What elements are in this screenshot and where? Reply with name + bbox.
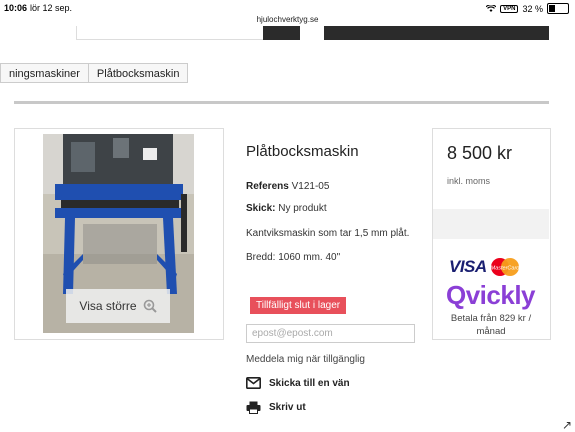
reference-value: V121-05	[291, 181, 330, 192]
reference-label: Referens	[246, 181, 289, 192]
magnifier-icon	[143, 299, 157, 313]
condition-value: Ny produkt	[278, 203, 327, 214]
product-description: Kantviksmaskin som tar 1,5 mm plåt.	[246, 228, 410, 239]
visa-logo: VISA	[449, 257, 487, 276]
status-bar: 10:06 lör 12 sep. hjulochverktyg.se VPN …	[0, 0, 575, 24]
wifi-icon	[486, 4, 497, 12]
qvickly-logo: Qvickly	[446, 280, 536, 310]
vpn-badge: VPN	[500, 4, 519, 13]
availability-badge: Tillfälligt slut i lager	[250, 297, 347, 314]
product-price: 8 500 kr	[447, 143, 513, 163]
reference-row: Referens V121-05	[246, 181, 329, 192]
print-label: Skriv ut	[269, 402, 306, 413]
mastercard-logo: MasterCard	[490, 258, 520, 276]
breadcrumb-current: Plåtbocksmaskin	[88, 63, 189, 83]
resize-arrow-icon: ↗	[562, 418, 573, 432]
print-button[interactable]: Skriv ut	[246, 401, 306, 414]
mastercard-text: MasterCard	[490, 266, 520, 272]
status-time: 10:06	[4, 3, 28, 13]
battery-percent: 32 %	[522, 3, 543, 14]
search-button[interactable]	[263, 26, 300, 40]
address-url[interactable]: hjulochverktyg.se	[0, 15, 575, 24]
status-date: lör 12 sep.	[30, 3, 73, 13]
payment-cards: VISA MasterCard	[449, 257, 521, 277]
product-title: Plåtbocksmaskin	[246, 143, 359, 160]
send-to-friend-label: Skicka till en vän	[269, 377, 350, 389]
cart-bar[interactable]	[324, 26, 549, 40]
installment-note: Betala från 829 kr / månad	[450, 313, 532, 337]
envelope-icon	[246, 377, 261, 389]
printer-icon	[246, 401, 261, 414]
notify-link[interactable]: Meddela mig när tillgänglig	[246, 354, 365, 365]
search-input[interactable]	[76, 26, 266, 40]
condition-row: Skick: Ny produkt	[246, 203, 327, 214]
product-width: Bredd: 1060 mm. 40"	[246, 252, 341, 263]
zoom-label: Visa större	[79, 299, 137, 313]
breadcrumb: ningsmaskiner Plåtbocksmaskin	[0, 63, 189, 83]
price-panel-separator	[433, 209, 549, 239]
battery-icon	[547, 3, 569, 14]
zoom-button[interactable]: Visa större	[66, 289, 170, 323]
condition-label: Skick:	[246, 203, 276, 214]
breadcrumb-category[interactable]: ningsmaskiner	[0, 63, 89, 83]
notify-email-field[interactable]	[246, 324, 415, 343]
send-to-friend-button[interactable]: Skicka till en vän	[246, 377, 350, 389]
vat-note: inkl. moms	[447, 176, 491, 186]
status-indicators: VPN 32 %	[486, 3, 569, 14]
divider	[14, 101, 549, 104]
